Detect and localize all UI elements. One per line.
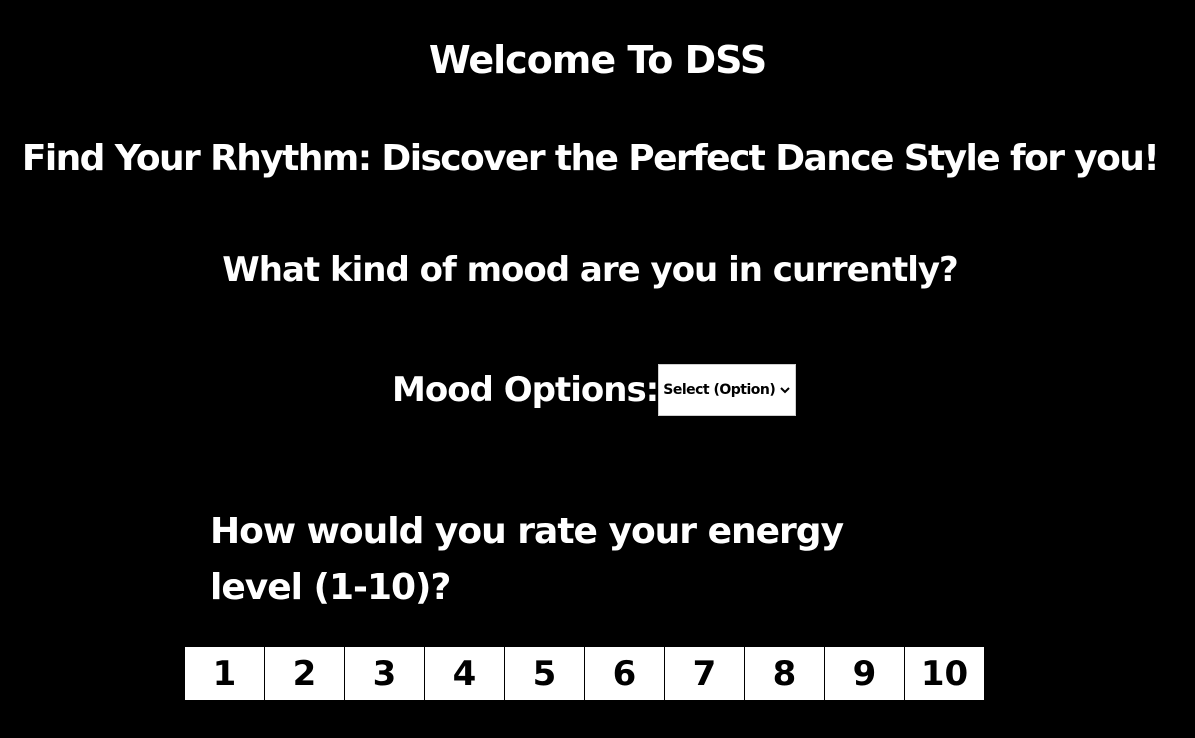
chevron-down-icon [779,384,791,396]
mood-select[interactable]: Select (Option) [658,364,797,416]
mood-select-value: Select (Option) [663,382,776,398]
page-subtitle: Find Your Rhythm: Discover the Perfect D… [21,138,1160,179]
page-title: Welcome To DSS [428,38,767,82]
mood-options-label: Mood Options: [392,370,659,410]
rating-button-6[interactable]: 6 [584,646,665,701]
rating-button-3[interactable]: 3 [344,646,425,701]
rating-button-7[interactable]: 7 [664,646,745,701]
rating-button-2[interactable]: 2 [264,646,345,701]
mood-options-row: Mood Options: Select (Option) [392,364,797,416]
energy-question: How would you rate your energy level (1-… [210,511,844,608]
rating-button-4[interactable]: 4 [424,646,505,701]
mood-question: What kind of mood are you in currently? [222,250,959,290]
page: Welcome To DSS Find Your Rhythm: Discove… [0,0,1195,738]
rating-button-5[interactable]: 5 [504,646,585,701]
rating-button-10[interactable]: 10 [904,646,985,701]
rating-button-8[interactable]: 8 [744,646,825,701]
rating-button-1[interactable]: 1 [184,646,265,701]
energy-rating-row: 1 2 3 4 5 6 7 8 9 10 [184,646,985,701]
rating-button-9[interactable]: 9 [824,646,905,701]
